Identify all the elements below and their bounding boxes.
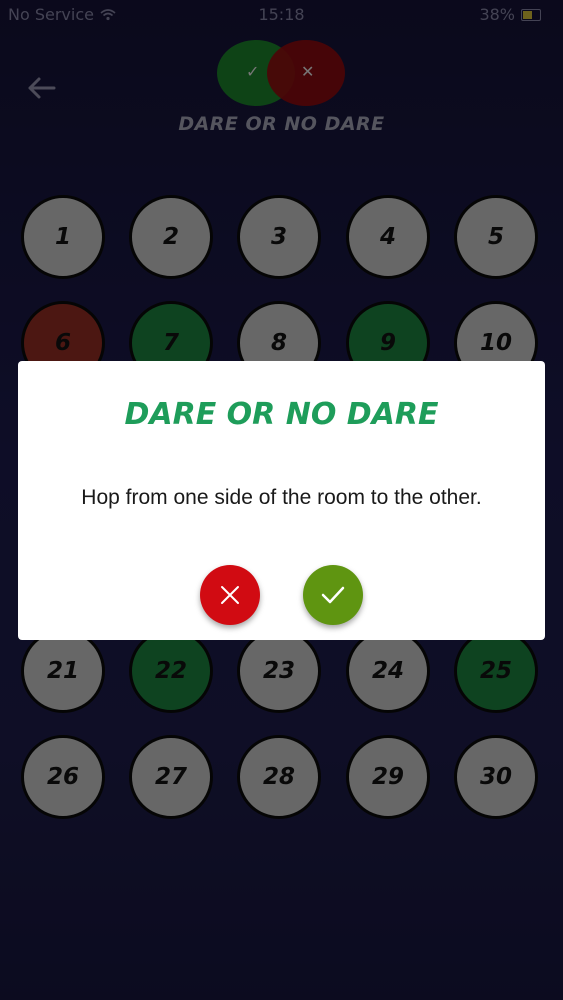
- accept-button[interactable]: [303, 565, 363, 625]
- check-icon: [321, 586, 345, 604]
- dare-text: Hop from one side of the room to the oth…: [81, 486, 482, 509]
- dare-modal: DARE OR NO DARE Hop from one side of the…: [18, 361, 545, 640]
- reject-button[interactable]: [200, 565, 260, 625]
- modal-title: DARE OR NO DARE: [124, 397, 439, 432]
- close-icon: [221, 586, 239, 604]
